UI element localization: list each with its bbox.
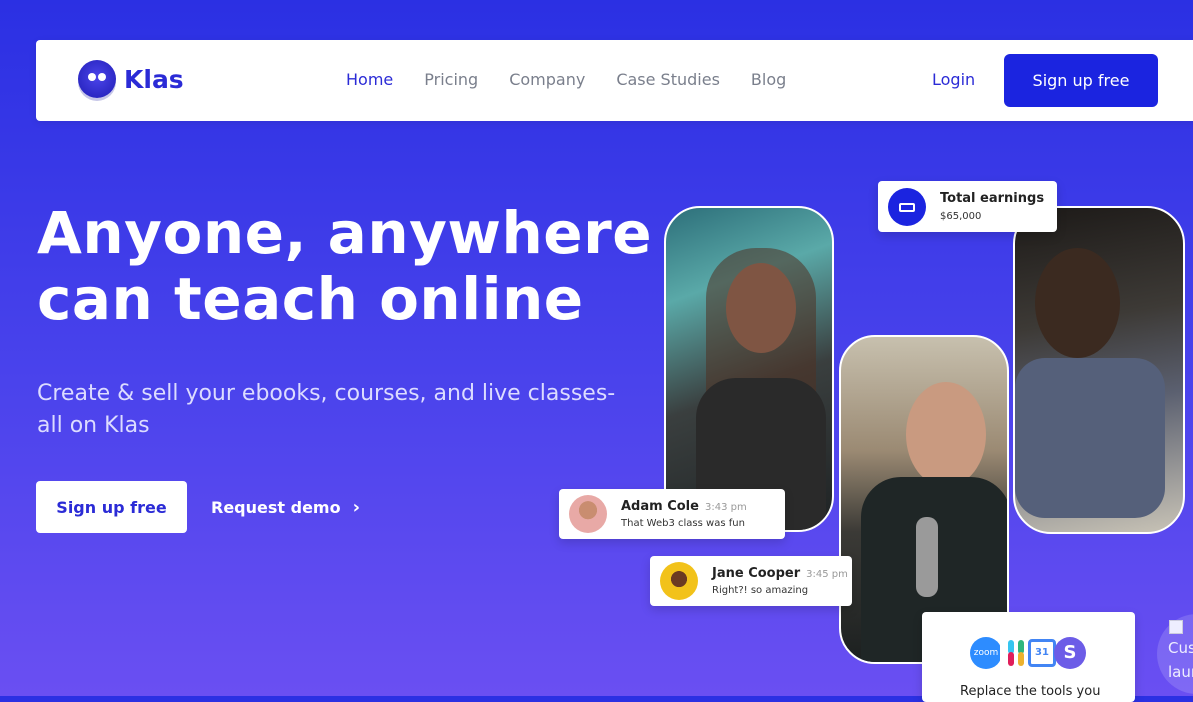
avatar [569,495,607,533]
hero-subtitle-line-2: all on Klas [37,413,150,438]
hero-subtitle-line-1: Create & sell your ebooks, courses, and … [37,381,616,406]
brand-logo[interactable]: Klas [78,60,184,98]
message-time: 3:45 pm [806,569,848,580]
broken-image-icon [1169,620,1183,634]
login-link[interactable]: Login [932,70,975,89]
main-nav: Home Pricing Company Case Studies Blog [346,70,817,89]
klas-logo-icon [78,60,116,98]
nav-link-blog[interactable]: Blog [751,70,786,89]
integrations-card: zoom 31 S Replace the tools you [922,612,1135,702]
google-calendar-icon: 31 [1028,639,1056,667]
chevron-right-icon: › [352,497,360,518]
earnings-value: $65,000 [940,211,982,222]
top-navbar: Klas Home Pricing Company Case Studies B… [36,40,1193,121]
nav-signup-button[interactable]: Sign up free [1004,54,1158,107]
avatar [660,562,698,600]
hero-signup-button[interactable]: Sign up free [36,481,187,533]
nav-link-home[interactable]: Home [346,70,393,89]
message-card: Jane Cooper 3:45 pm Right?! so amazing [650,556,852,606]
message-time: 3:43 pm [704,502,747,513]
stripe-icon: S [1054,637,1086,669]
instructor-photo-woman [664,206,834,532]
earnings-title: Total earnings [940,191,1045,206]
sender-name: Adam Cole [621,499,699,514]
total-earnings-card: Total earnings $65,000 [878,181,1057,232]
instructor-photo-man-headphones [1013,206,1185,534]
hero-subtitle: Create & sell your ebooks, courses, and … [37,378,637,442]
nav-link-case-studies[interactable]: Case Studies [616,70,720,89]
integrations-caption: Replace the tools you [960,684,1101,699]
message-text: Right?! so amazing [712,585,809,596]
request-demo-link[interactable]: Request demo › [211,497,360,518]
message-sender: Adam Cole 3:43 pm [621,499,747,514]
message-sender: Jane Cooper 3:45 pm [712,566,848,581]
hero-title-line-2: can teach online [37,265,584,333]
hero-title: Anyone, anywhere can teach online [37,200,657,332]
request-demo-label: Request demo [211,498,341,517]
brand-name: Klas [124,64,184,94]
launcher-alt-text[interactable]: Cus laun [1168,636,1193,684]
zoom-icon: zoom [970,637,1002,669]
nav-link-company[interactable]: Company [509,70,585,89]
message-card: Adam Cole 3:43 pm That Web3 class was fun [559,489,785,539]
message-text: That Web3 class was fun [621,518,745,529]
nav-link-pricing[interactable]: Pricing [424,70,478,89]
wallet-icon [888,188,926,226]
sender-name: Jane Cooper [712,566,801,581]
hero-title-line-1: Anyone, anywhere [37,199,653,267]
